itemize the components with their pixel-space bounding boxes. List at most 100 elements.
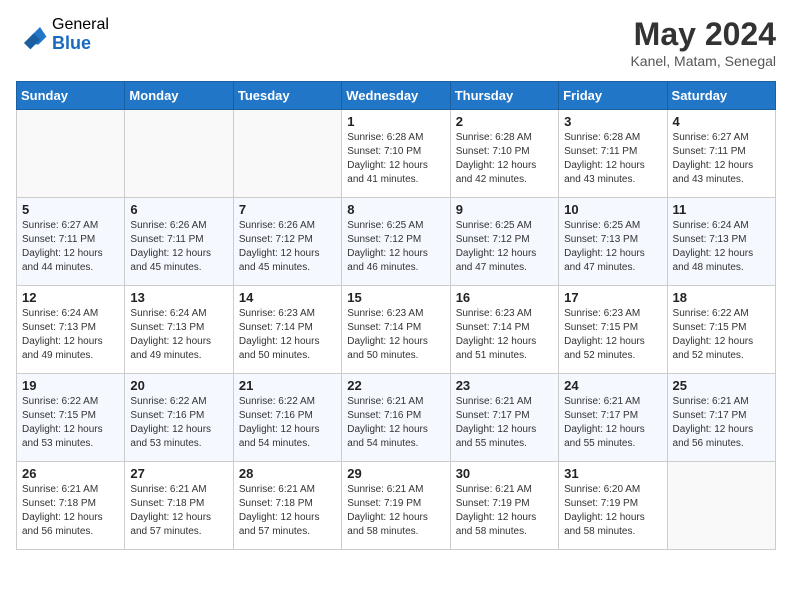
- calendar-cell: [233, 110, 341, 198]
- calendar-cell: 21 Sunrise: 6:22 AM Sunset: 7:16 PM Dayli…: [233, 374, 341, 462]
- calendar-cell: [667, 462, 775, 550]
- weekday-header: Friday: [559, 82, 667, 110]
- calendar-header: SundayMondayTuesdayWednesdayThursdayFrid…: [17, 82, 776, 110]
- day-info: Sunrise: 6:25 AM Sunset: 7:12 PM Dayligh…: [347, 219, 444, 275]
- day-number: 22: [347, 378, 444, 393]
- day-info: Sunrise: 6:27 AM Sunset: 7:11 PM Dayligh…: [673, 131, 770, 187]
- page-header: General Blue May 2024 Kanel, Matam, Sene…: [16, 16, 776, 69]
- day-number: 7: [239, 202, 336, 217]
- calendar-cell: 19 Sunrise: 6:22 AM Sunset: 7:15 PM Dayli…: [17, 374, 125, 462]
- day-info: Sunrise: 6:23 AM Sunset: 7:14 PM Dayligh…: [456, 307, 553, 363]
- calendar-cell: 3Sunrise: 6:28 AM Sunset: 7:11 PM Daylig…: [559, 110, 667, 198]
- day-info: Sunrise: 6:23 AM Sunset: 7:15 PM Dayligh…: [564, 307, 661, 363]
- day-number: 28: [239, 466, 336, 481]
- logo-blue: Blue: [52, 34, 109, 54]
- weekday-header: Tuesday: [233, 82, 341, 110]
- weekday-header: Saturday: [667, 82, 775, 110]
- day-number: 5: [22, 202, 119, 217]
- calendar-week-row: 1 Sunrise: 6:28 AM Sunset: 7:10 PM Daylig…: [17, 110, 776, 198]
- calendar-cell: 25 Sunrise: 6:21 AM Sunset: 7:17 PM Dayli…: [667, 374, 775, 462]
- day-number: 15: [347, 290, 444, 305]
- weekday-header: Monday: [125, 82, 233, 110]
- day-number: 17: [564, 290, 661, 305]
- day-number: 31: [564, 466, 661, 481]
- day-info: Sunrise: 6:21 AM Sunset: 7:17 PM Dayligh…: [564, 395, 661, 451]
- calendar-cell: 27 Sunrise: 6:21 AM Sunset: 7:18 PM Dayli…: [125, 462, 233, 550]
- calendar-body: 1 Sunrise: 6:28 AM Sunset: 7:10 PM Daylig…: [17, 110, 776, 550]
- calendar-cell: 20 Sunrise: 6:22 AM Sunset: 7:16 PM Dayli…: [125, 374, 233, 462]
- day-info: Sunrise: 6:28 AM Sunset: 7:10 PM Dayligh…: [456, 131, 553, 187]
- day-info: Sunrise: 6:25 AM Sunset: 7:12 PM Dayligh…: [456, 219, 553, 275]
- calendar-cell: 13Sunrise: 6:24 AM Sunset: 7:13 PM Dayli…: [125, 286, 233, 374]
- calendar-cell: 31 Sunrise: 6:20 AM Sunset: 7:19 PM Dayli…: [559, 462, 667, 550]
- day-number: 19: [22, 378, 119, 393]
- calendar-cell: 26 Sunrise: 6:21 AM Sunset: 7:18 PM Dayli…: [17, 462, 125, 550]
- calendar-week-row: 19 Sunrise: 6:22 AM Sunset: 7:15 PM Dayli…: [17, 374, 776, 462]
- calendar-cell: 5 Sunrise: 6:27 AM Sunset: 7:11 PM Daylig…: [17, 198, 125, 286]
- calendar-cell: 7Sunrise: 6:26 AM Sunset: 7:12 PM Daylig…: [233, 198, 341, 286]
- day-info: Sunrise: 6:23 AM Sunset: 7:14 PM Dayligh…: [347, 307, 444, 363]
- calendar-cell: 22 Sunrise: 6:21 AM Sunset: 7:16 PM Dayli…: [342, 374, 450, 462]
- calendar-week-row: 26 Sunrise: 6:21 AM Sunset: 7:18 PM Dayli…: [17, 462, 776, 550]
- weekday-header: Sunday: [17, 82, 125, 110]
- day-info: Sunrise: 6:21 AM Sunset: 7:18 PM Dayligh…: [22, 483, 119, 539]
- logo: General Blue: [16, 16, 109, 53]
- day-number: 12: [22, 290, 119, 305]
- day-info: Sunrise: 6:28 AM Sunset: 7:11 PM Dayligh…: [564, 131, 661, 187]
- day-number: 26: [22, 466, 119, 481]
- calendar-cell: 2 Sunrise: 6:28 AM Sunset: 7:10 PM Daylig…: [450, 110, 558, 198]
- day-info: Sunrise: 6:22 AM Sunset: 7:16 PM Dayligh…: [130, 395, 227, 451]
- calendar-cell: [17, 110, 125, 198]
- day-number: 9: [456, 202, 553, 217]
- calendar-cell: 4 Sunrise: 6:27 AM Sunset: 7:11 PM Daylig…: [667, 110, 775, 198]
- day-number: 23: [456, 378, 553, 393]
- day-number: 2: [456, 114, 553, 129]
- day-info: Sunrise: 6:22 AM Sunset: 7:15 PM Dayligh…: [673, 307, 770, 363]
- calendar-cell: 10Sunrise: 6:25 AM Sunset: 7:13 PM Dayli…: [559, 198, 667, 286]
- day-info: Sunrise: 6:21 AM Sunset: 7:19 PM Dayligh…: [347, 483, 444, 539]
- calendar-cell: 9 Sunrise: 6:25 AM Sunset: 7:12 PM Daylig…: [450, 198, 558, 286]
- day-number: 14: [239, 290, 336, 305]
- day-info: Sunrise: 6:24 AM Sunset: 7:13 PM Dayligh…: [22, 307, 119, 363]
- calendar-cell: 15 Sunrise: 6:23 AM Sunset: 7:14 PM Dayli…: [342, 286, 450, 374]
- day-info: Sunrise: 6:25 AM Sunset: 7:13 PM Dayligh…: [564, 219, 661, 275]
- month-title: May 2024: [630, 16, 776, 53]
- day-number: 8: [347, 202, 444, 217]
- calendar-cell: 6Sunrise: 6:26 AM Sunset: 7:11 PM Daylig…: [125, 198, 233, 286]
- day-info: Sunrise: 6:21 AM Sunset: 7:18 PM Dayligh…: [130, 483, 227, 539]
- calendar-cell: 17 Sunrise: 6:23 AM Sunset: 7:15 PM Dayli…: [559, 286, 667, 374]
- day-number: 20: [130, 378, 227, 393]
- logo-text: General Blue: [52, 16, 109, 53]
- day-info: Sunrise: 6:21 AM Sunset: 7:16 PM Dayligh…: [347, 395, 444, 451]
- day-info: Sunrise: 6:22 AM Sunset: 7:16 PM Dayligh…: [239, 395, 336, 451]
- day-info: Sunrise: 6:22 AM Sunset: 7:15 PM Dayligh…: [22, 395, 119, 451]
- calendar-cell: [125, 110, 233, 198]
- calendar-table: SundayMondayTuesdayWednesdayThursdayFrid…: [16, 81, 776, 550]
- calendar-cell: 1 Sunrise: 6:28 AM Sunset: 7:10 PM Daylig…: [342, 110, 450, 198]
- calendar-cell: 12 Sunrise: 6:24 AM Sunset: 7:13 PM Dayli…: [17, 286, 125, 374]
- day-number: 30: [456, 466, 553, 481]
- day-number: 21: [239, 378, 336, 393]
- day-number: 27: [130, 466, 227, 481]
- calendar-cell: 16 Sunrise: 6:23 AM Sunset: 7:14 PM Dayli…: [450, 286, 558, 374]
- day-number: 16: [456, 290, 553, 305]
- day-info: Sunrise: 6:23 AM Sunset: 7:14 PM Dayligh…: [239, 307, 336, 363]
- day-info: Sunrise: 6:26 AM Sunset: 7:11 PM Dayligh…: [130, 219, 227, 275]
- calendar-cell: 24 Sunrise: 6:21 AM Sunset: 7:17 PM Dayli…: [559, 374, 667, 462]
- calendar-cell: 8 Sunrise: 6:25 AM Sunset: 7:12 PM Daylig…: [342, 198, 450, 286]
- day-number: 24: [564, 378, 661, 393]
- calendar-cell: 29Sunrise: 6:21 AM Sunset: 7:19 PM Dayli…: [342, 462, 450, 550]
- day-info: Sunrise: 6:21 AM Sunset: 7:18 PM Dayligh…: [239, 483, 336, 539]
- day-info: Sunrise: 6:21 AM Sunset: 7:17 PM Dayligh…: [673, 395, 770, 451]
- day-info: Sunrise: 6:20 AM Sunset: 7:19 PM Dayligh…: [564, 483, 661, 539]
- day-info: Sunrise: 6:28 AM Sunset: 7:10 PM Dayligh…: [347, 131, 444, 187]
- weekday-row: SundayMondayTuesdayWednesdayThursdayFrid…: [17, 82, 776, 110]
- day-number: 1: [347, 114, 444, 129]
- logo-icon: [16, 19, 48, 51]
- title-block: May 2024 Kanel, Matam, Senegal: [630, 16, 776, 69]
- day-number: 4: [673, 114, 770, 129]
- day-number: 25: [673, 378, 770, 393]
- location: Kanel, Matam, Senegal: [630, 53, 776, 69]
- day-info: Sunrise: 6:27 AM Sunset: 7:11 PM Dayligh…: [22, 219, 119, 275]
- day-info: Sunrise: 6:24 AM Sunset: 7:13 PM Dayligh…: [130, 307, 227, 363]
